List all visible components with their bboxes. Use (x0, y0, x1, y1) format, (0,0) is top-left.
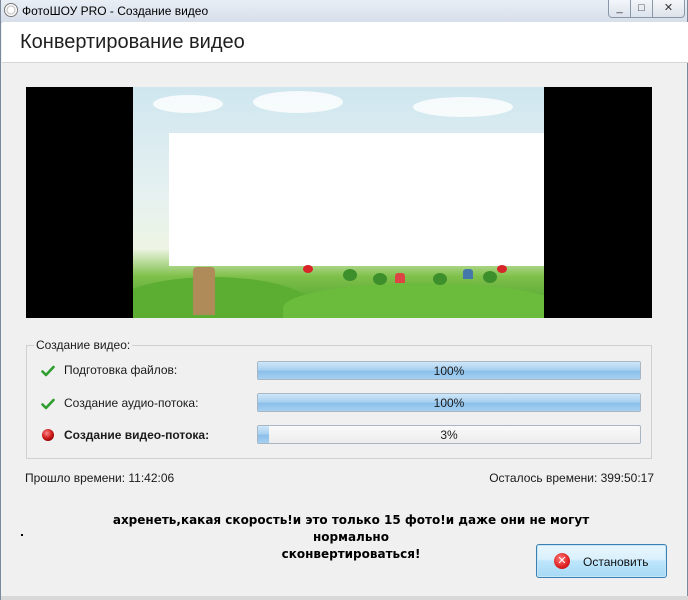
comment-line: ахренеть,какая скорость!и это только 15 … (112, 513, 590, 544)
progress-bar-video: 3% (257, 425, 641, 444)
close-icon: ✕ (663, 2, 674, 14)
minimize-icon: _ (616, 2, 623, 14)
stray-mark (21, 534, 23, 536)
progress-percent: 3% (440, 428, 458, 442)
checkmark-icon (41, 365, 55, 377)
progress-bar-audio: 100% (257, 393, 641, 412)
stop-button[interactable]: ✕ Остановить (536, 544, 667, 578)
hill (283, 283, 544, 318)
close-button[interactable]: ✕ (652, 0, 685, 18)
title-bar[interactable]: ФотоШОУ PRO - Создание видео _ □ ✕ (1, 0, 687, 23)
progress-percent: 100% (433, 364, 465, 378)
tree (373, 273, 387, 285)
header-panel: Конвертирование видео (2, 22, 688, 63)
progress-group-label: Создание видео: (34, 338, 133, 352)
window-title: ФотоШОУ PRO - Создание видео (22, 4, 209, 18)
preview-image (133, 87, 544, 318)
row-label-video: Создание видео-потока: (64, 428, 210, 442)
red-dot-icon (42, 429, 54, 441)
tree (483, 271, 497, 283)
progress-bar-files: 100% (257, 361, 641, 380)
dialog-window: ФотоШОУ PRO - Создание видео _ □ ✕ Конве… (0, 0, 688, 600)
video-preview (26, 87, 652, 318)
house (463, 269, 473, 279)
flower (497, 265, 507, 273)
remaining-time: Осталось времени: 399:50:17 (489, 471, 654, 485)
checkmark-icon (41, 398, 55, 410)
cloud (253, 91, 343, 113)
tree (343, 269, 357, 281)
house-tower (193, 267, 215, 315)
stop-button-label: Остановить (583, 555, 649, 569)
elapsed-time: Прошло времени: 11:42:06 (25, 471, 175, 485)
flower (303, 265, 313, 273)
row-label-files: Подготовка файлов: (64, 363, 178, 377)
progress-percent: 100% (433, 396, 465, 410)
bottom-edge (1, 596, 688, 600)
minimize-button[interactable]: _ (608, 0, 631, 18)
photo-placeholder (169, 133, 544, 266)
maximize-button[interactable]: □ (630, 0, 653, 18)
cloud (413, 97, 513, 117)
row-label-audio: Создание аудио-потока: (64, 396, 199, 410)
app-icon (4, 3, 18, 17)
maximize-icon: □ (638, 2, 645, 14)
page-title: Конвертирование видео (20, 31, 245, 53)
house (395, 273, 405, 283)
stop-icon: ✕ (554, 553, 570, 569)
tree (433, 273, 447, 285)
cloud (153, 95, 223, 113)
